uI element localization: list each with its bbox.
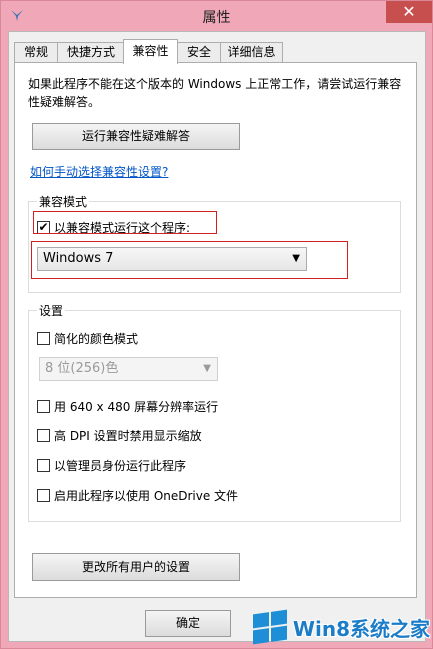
tab-shortcut[interactable]: 快捷方式 [57,42,125,63]
properties-window: 属性 ✕ 常规 快捷方式 兼容性 安全 详细信息 如果此程序不能在这个版本的 W… [0,0,433,649]
onedrive-checkbox[interactable] [37,488,50,502]
watermark: Win8系统之家 [252,609,430,645]
color-depth-value: 8 位(256)色 [45,361,119,376]
admin-checkbox[interactable] [37,458,50,472]
res-640-row[interactable]: 用 640 x 480 屏幕分辨率运行 [37,398,218,414]
dpi-label: 高 DPI 设置时禁用显示缩放 [54,428,202,443]
color-depth-select[interactable]: 8 位(256)色 ▼ [39,357,218,381]
onedrive-label: 启用此程序以使用 OneDrive 文件 [54,488,239,503]
watermark-text: Win8系统之家 [292,616,430,641]
window-title: 属性 [202,10,231,26]
res-640-checkbox[interactable] [37,399,50,413]
dialog-body: 常规 快捷方式 兼容性 安全 详细信息 如果此程序不能在这个版本的 Window… [8,31,426,642]
change-all-users-button[interactable]: 更改所有用户的设置 [32,553,240,581]
highlight-select-box [31,241,348,279]
reduced-color-checkbox[interactable] [37,331,50,345]
dpi-row[interactable]: 高 DPI 设置时禁用显示缩放 [37,427,202,443]
troubleshoot-button[interactable]: 运行兼容性疑难解答 [32,123,240,150]
close-button[interactable]: ✕ [386,1,432,23]
compat-description: 如果此程序不能在这个版本的 Windows 上正常工作，请尝试运行兼容性疑难解答… [28,77,402,109]
title-bar[interactable]: 属性 ✕ [1,1,432,31]
tab-general[interactable]: 常规 [14,42,58,63]
chevron-down-icon: ▼ [203,363,211,374]
compat-mode-group-label: 兼容模式 [37,193,90,210]
reduced-color-label: 简化的颜色模式 [54,331,139,346]
tab-compatibility[interactable]: 兼容性 [123,39,178,64]
admin-row[interactable]: 以管理员身份运行此程序 [37,457,186,473]
tab-details[interactable]: 详细信息 [220,42,283,63]
ok-button[interactable]: 确定 [145,610,231,637]
tab-security[interactable]: 安全 [177,42,221,63]
res-640-label: 用 640 x 480 屏幕分辨率运行 [54,399,219,414]
admin-label: 以管理员身份运行此程序 [54,458,187,473]
settings-group-label: 设置 [37,302,66,319]
manual-settings-link[interactable]: 如何手动选择兼容性设置? [30,163,168,180]
windows-logo-icon [252,609,287,645]
onedrive-row[interactable]: 启用此程序以使用 OneDrive 文件 [37,487,238,503]
compatibility-panel: 如果此程序不能在这个版本的 Windows 上正常工作，请尝试运行兼容性疑难解答… [14,62,417,598]
highlight-checkbox-box [33,211,217,234]
dpi-checkbox[interactable] [37,428,50,442]
reduced-color-row[interactable]: 简化的颜色模式 [37,330,138,346]
